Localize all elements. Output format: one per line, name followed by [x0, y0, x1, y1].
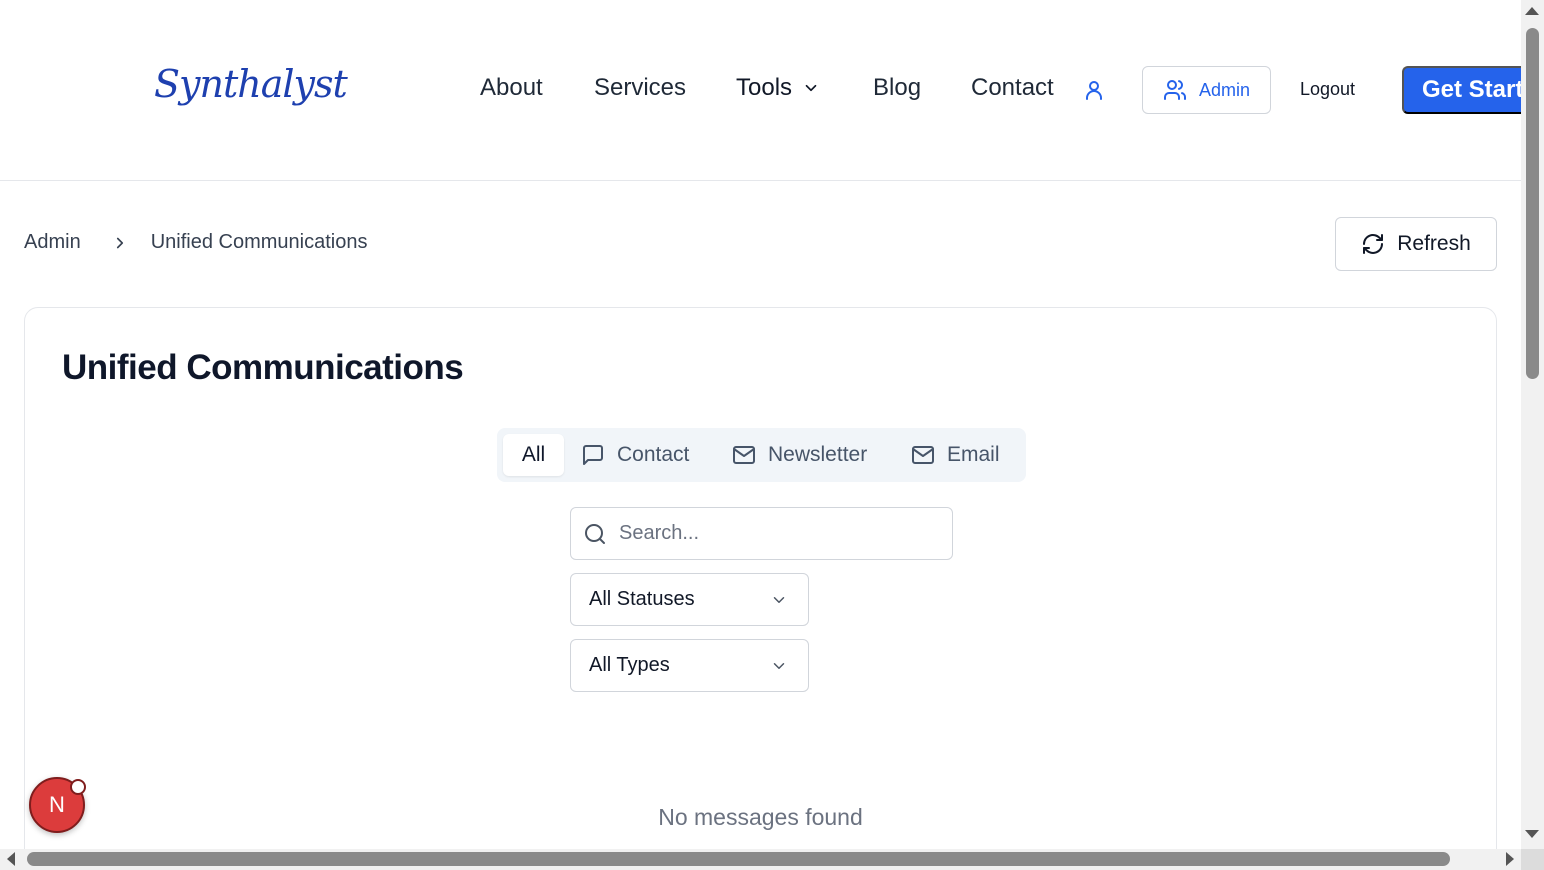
refresh-button[interactable]: Refresh: [1335, 217, 1497, 271]
breadcrumb: Admin Unified Communications: [24, 231, 367, 254]
type-select[interactable]: All Types: [570, 639, 809, 692]
tab-contact[interactable]: Contact: [581, 434, 689, 476]
user-icon[interactable]: [1082, 78, 1106, 102]
tab-all[interactable]: All: [503, 434, 564, 476]
scroll-right-arrow-icon[interactable]: [1506, 852, 1514, 866]
refresh-button-label: Refresh: [1397, 232, 1471, 255]
scroll-left-arrow-icon[interactable]: [7, 852, 15, 866]
nav-blog[interactable]: Blog: [873, 74, 921, 102]
logo[interactable]: Synthalyst: [154, 62, 348, 106]
status-select-value: All Statuses: [589, 588, 695, 610]
admin-button-label: Admin: [1198, 79, 1251, 100]
empty-state-message: No messages found: [658, 804, 863, 830]
horizontal-scroll-thumb[interactable]: [27, 852, 1450, 866]
communications-card: Unified Communications All Contact Newsl…: [24, 307, 1497, 870]
search-input[interactable]: [619, 522, 939, 545]
scroll-down-arrow-icon[interactable]: [1525, 830, 1539, 838]
scroll-up-arrow-icon[interactable]: [1525, 7, 1539, 15]
chevron-down-icon: [805, 84, 817, 92]
breadcrumb-admin[interactable]: Admin: [24, 231, 81, 254]
notification-dot: [70, 779, 86, 795]
mail-icon: [733, 446, 755, 464]
status-select[interactable]: All Statuses: [570, 573, 809, 626]
chevron-down-icon: [773, 662, 785, 669]
vertical-scrollbar[interactable]: [1521, 0, 1544, 849]
tab-newsletter-label: Newsletter: [768, 443, 868, 466]
refresh-icon: [1363, 234, 1384, 254]
chevron-down-icon: [773, 596, 785, 603]
nav-about[interactable]: About: [480, 74, 543, 102]
nav-services[interactable]: Services: [594, 74, 686, 102]
vertical-scroll-thumb[interactable]: [1526, 28, 1539, 379]
type-select-value: All Types: [589, 654, 670, 676]
nav-tools-label: Tools: [736, 74, 793, 101]
tab-email-label: Email: [947, 443, 1000, 466]
logout-button[interactable]: Logout: [1300, 79, 1355, 100]
tab-contact-label: Contact: [617, 443, 690, 466]
users-icon: [1163, 80, 1186, 100]
nextjs-logo-icon: N: [49, 792, 65, 817]
site-header: Synthalyst About Services Tools Blog Con…: [0, 0, 1521, 181]
scrollbar-corner: [1521, 849, 1544, 870]
message-type-tabs: All Contact Newsletter Email: [497, 428, 1026, 482]
page-title: Unified Communications: [62, 348, 464, 387]
chevron-right-icon: [111, 234, 129, 252]
horizontal-scrollbar[interactable]: [0, 849, 1521, 870]
nav-tools-dropdown[interactable]: Tools: [736, 74, 820, 102]
tab-newsletter[interactable]: Newsletter: [732, 434, 867, 476]
mail-icon: [912, 446, 934, 464]
search-icon: [585, 523, 605, 544]
tab-all-label: All: [521, 443, 546, 466]
get-started-button[interactable]: Get Started: [1402, 66, 1521, 114]
admin-button[interactable]: Admin: [1142, 66, 1271, 114]
nav-contact[interactable]: Contact: [971, 74, 1054, 102]
message-square-icon: [583, 445, 603, 465]
search-field: [570, 507, 953, 560]
breadcrumb-current: Unified Communications: [150, 231, 368, 253]
tab-email[interactable]: Email: [911, 434, 1000, 476]
